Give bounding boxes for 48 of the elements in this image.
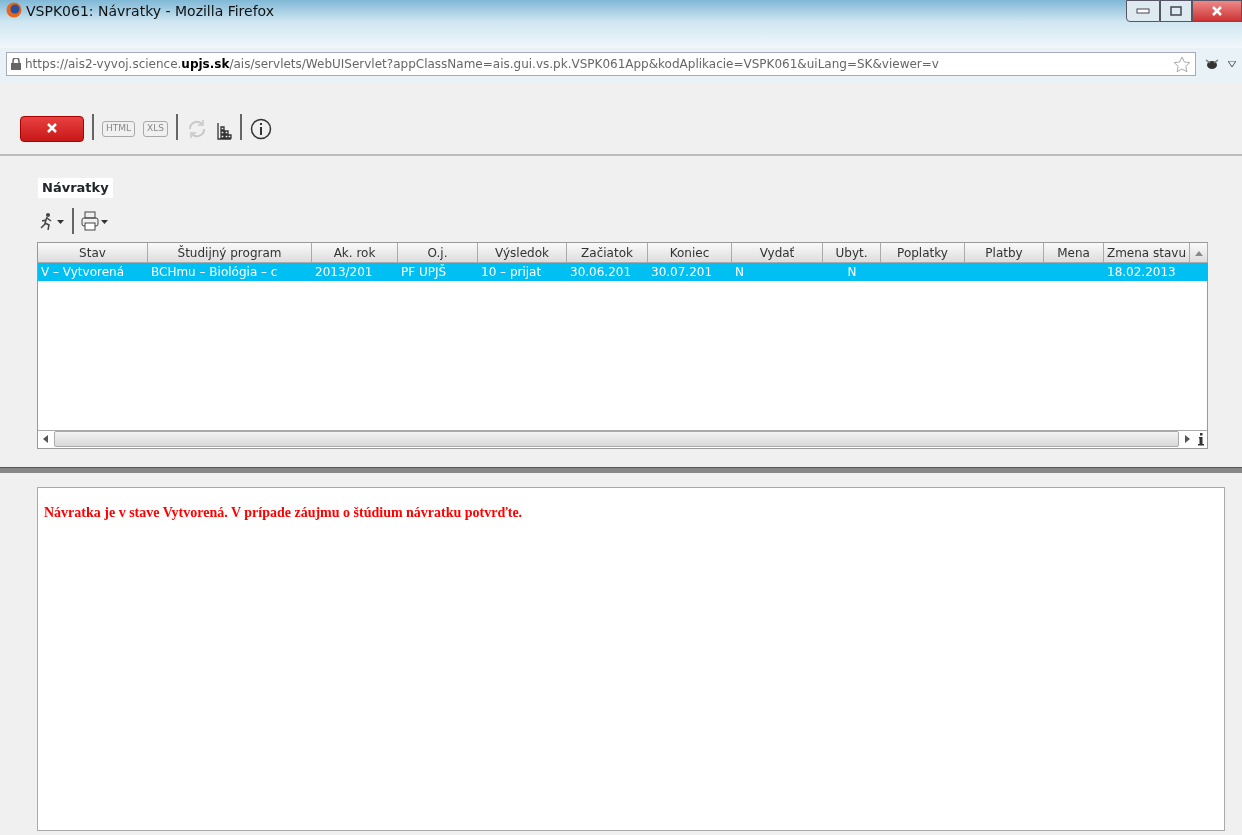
table-cell-text: N (846, 263, 858, 281)
maximize-button[interactable] (1160, 0, 1192, 22)
column-header[interactable]: Študijný program (148, 242, 312, 263)
minimize-icon (1136, 8, 1150, 14)
column-header[interactable]: Výsledok (478, 242, 567, 263)
column-header[interactable]: Mena (1044, 242, 1104, 263)
column-header[interactable]: Vydať (732, 242, 823, 263)
firefox-icon (6, 2, 22, 18)
column-header[interactable]: Poplatky (881, 242, 965, 263)
table-cell-text: BCHmu – Biológia – c (150, 263, 279, 281)
column-header[interactable]: Ak. rok (312, 242, 398, 263)
table-cell-text: N (734, 263, 745, 281)
address-bar[interactable]: https://ais2-vyvoj.science.upjs.sk/ais/servlets/WebUIServlet?appClassName=ais.gui.vs.pk.VSPK061App&kodAplikacie=VSPK061&uiLang=SK&viewer=v (6, 52, 1196, 76)
close-button[interactable] (20, 116, 84, 142)
close-icon (47, 123, 57, 133)
url-text: https://ais2-vyvoj.science.upjs.sk/ais/servlets/WebUIServlet?appClassName=ais.gui.vs.pk.VSPK061App&kodAplikacie=VSPK061&uiLang=SK&viewer=v (25, 56, 940, 73)
status-message: Návratka je v stave Vytvorená. V prípade záujmu o štúdium návratku potvrďte. (44, 503, 524, 522)
table-cell-text: PF UPJŠ (400, 263, 448, 281)
table-cell-text: 30.06.201 (569, 263, 633, 281)
splitter[interactable] (0, 466, 1242, 473)
maximize-icon (1170, 6, 1182, 16)
scrollbar-thumb[interactable] (54, 431, 1179, 447)
column-header[interactable]: Ubyt. (823, 242, 881, 263)
lock-icon (11, 58, 21, 70)
column-header[interactable]: Zmena stavu (1104, 242, 1190, 263)
column-header[interactable]: Koniec (648, 242, 732, 263)
info-icon[interactable] (249, 118, 272, 140)
column-header[interactable]: Začiatok (567, 242, 648, 263)
table-cell-text: 30.07.201 (650, 263, 714, 281)
dropdown-icon[interactable] (1228, 61, 1236, 67)
close-button[interactable] (1192, 0, 1242, 22)
minimize-button[interactable] (1126, 0, 1160, 22)
scroll-up-icon[interactable] (1190, 242, 1208, 263)
panel-title: Návratky (38, 178, 113, 198)
runner-icon[interactable] (38, 211, 66, 230)
printer-icon[interactable] (80, 210, 110, 231)
table-cell-text: 2013/201 (314, 263, 374, 281)
star-icon[interactable] (1173, 55, 1191, 73)
window-title: VSPK061: Návratky - Mozilla Firefox (26, 2, 274, 21)
table-cell-text: 18.02.2013 (1106, 263, 1177, 281)
table-cell-text: 10 – prijat (480, 263, 543, 281)
close-icon (1211, 6, 1223, 16)
column-header[interactable]: O.j. (398, 242, 478, 263)
column-header[interactable]: Platby (965, 242, 1044, 263)
table-cell-text: V – Vytvorená (40, 263, 125, 281)
info-icon[interactable] (1195, 432, 1207, 446)
column-header[interactable]: Stav (38, 242, 148, 263)
grid-icon[interactable] (215, 122, 232, 140)
